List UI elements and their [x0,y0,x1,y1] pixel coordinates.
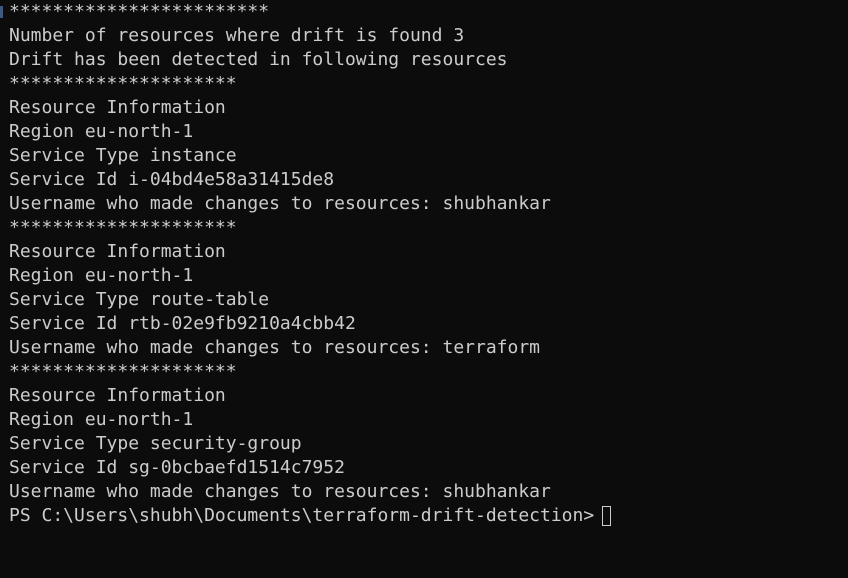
output-line: Username who made changes to resources: … [9,481,551,502]
separator-line: ********************* [9,217,237,238]
separator-line: ********************* [9,361,237,382]
separator-line: ************************ [9,1,270,22]
output-line: Region eu-north-1 [9,409,194,430]
terminal-window[interactable]: ************************ Number of resou… [0,0,848,578]
output-line: Drift has been detected in following res… [9,49,508,70]
output-line: Resource Information [9,385,226,406]
prompt-line[interactable]: PS C:\Users\shubh\Documents\terraform-dr… [9,504,612,528]
output-line: Service Id sg-0bcbaefd1514c7952 [9,457,345,478]
output-line: Service Type route-table [9,289,270,310]
scroll-marker [0,6,3,18]
output-line: Resource Information [9,241,226,262]
output-line: Service Type instance [9,145,237,166]
output-line: Region eu-north-1 [9,265,194,286]
output-line: Region eu-north-1 [9,121,194,142]
separator-line: ********************* [9,73,237,94]
output-line: Service Type security-group [9,433,302,454]
output-line: Service Id i-04bd4e58a31415de8 [9,169,335,190]
output-line: Username who made changes to resources: … [9,337,541,358]
output-line: Service Id rtb-02e9fb9210a4cbb42 [9,313,356,334]
output-line: Number of resources where drift is found… [9,25,465,46]
output-line: Resource Information [9,97,226,118]
output-line: Username who made changes to resources: … [9,193,551,214]
terminal-output: ************************ Number of resou… [9,0,612,528]
cursor[interactable] [602,506,612,526]
prompt-text: PS C:\Users\shubh\Documents\terraform-dr… [9,505,595,526]
